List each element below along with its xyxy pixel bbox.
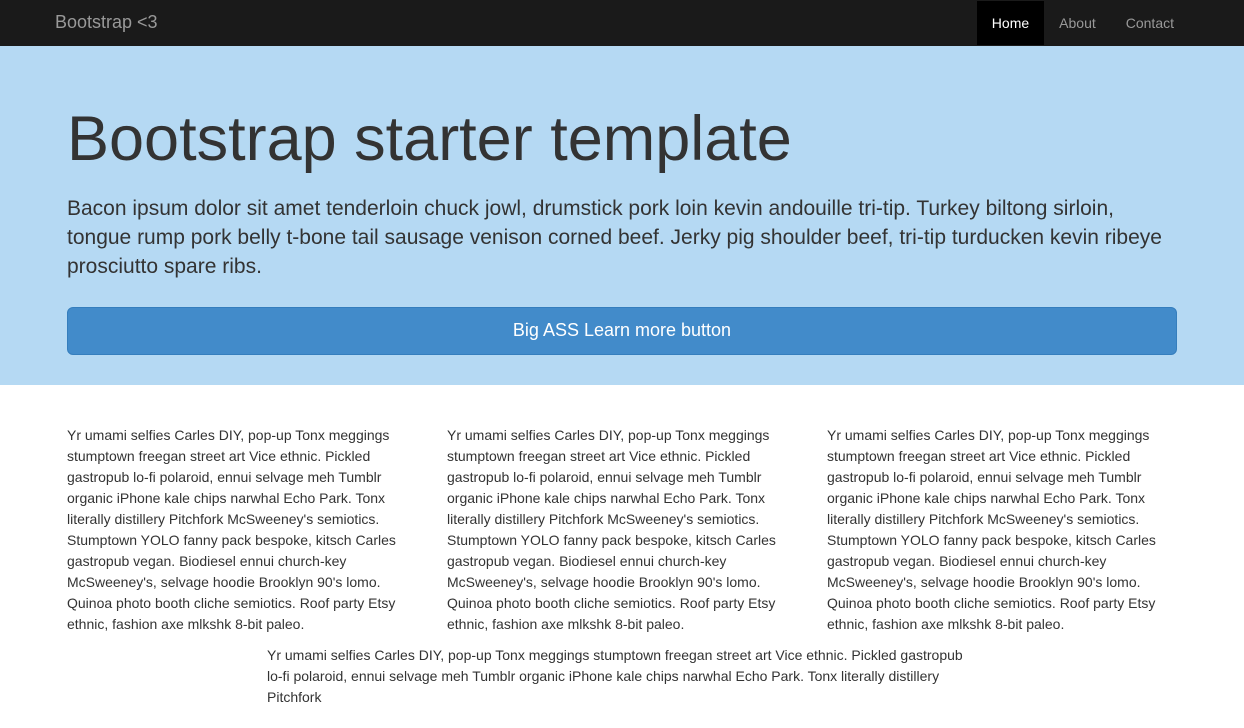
column-3: Yr umami selfies Carles DIY, pop-up Tonx…: [812, 425, 1192, 635]
column-3-text: Yr umami selfies Carles DIY, pop-up Tonx…: [827, 425, 1177, 635]
column-2: Yr umami selfies Carles DIY, pop-up Tonx…: [432, 425, 812, 635]
content-container: Yr umami selfies Carles DIY, pop-up Tonx…: [52, 425, 1192, 708]
jumbotron-container: Bootstrap starter template Bacon ipsum d…: [52, 94, 1192, 355]
learn-more-button[interactable]: Big ASS Learn more button: [67, 307, 1177, 355]
jumbotron-heading: Bootstrap starter template: [67, 94, 1177, 184]
columns-row: Yr umami selfies Carles DIY, pop-up Tonx…: [52, 425, 1192, 635]
centered-text: Yr umami selfies Carles DIY, pop-up Tonx…: [267, 645, 977, 708]
navbar: Bootstrap <3 Home About Contact: [0, 0, 1244, 46]
centered-row: Yr umami selfies Carles DIY, pop-up Tonx…: [67, 645, 1177, 708]
content-area: Yr umami selfies Carles DIY, pop-up Tonx…: [0, 385, 1244, 728]
column-1: Yr umami selfies Carles DIY, pop-up Tonx…: [52, 425, 432, 635]
nav-item-contact[interactable]: Contact: [1111, 1, 1189, 45]
nav-item-home[interactable]: Home: [977, 1, 1044, 45]
jumbotron: Bootstrap starter template Bacon ipsum d…: [0, 46, 1244, 385]
column-1-text: Yr umami selfies Carles DIY, pop-up Tonx…: [67, 425, 417, 635]
navbar-nav: Home About Contact: [977, 1, 1189, 45]
nav-item-about[interactable]: About: [1044, 1, 1111, 45]
nav-link-home[interactable]: Home: [977, 1, 1044, 45]
jumbotron-lead: Bacon ipsum dolor sit amet tenderloin ch…: [67, 194, 1177, 282]
nav-link-contact[interactable]: Contact: [1111, 1, 1189, 45]
column-2-text: Yr umami selfies Carles DIY, pop-up Tonx…: [447, 425, 797, 635]
navbar-brand[interactable]: Bootstrap <3: [55, 0, 173, 46]
nav-link-about[interactable]: About: [1044, 1, 1111, 45]
centered-column: Yr umami selfies Carles DIY, pop-up Tonx…: [252, 645, 992, 708]
